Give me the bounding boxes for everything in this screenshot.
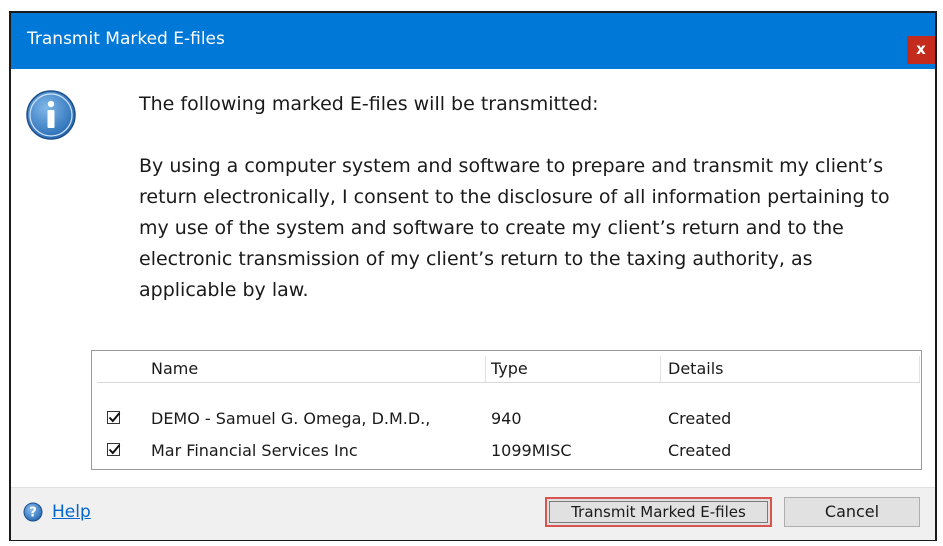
info-icon xyxy=(26,90,76,140)
list-item[interactable]: DEMO - Samuel G. Omega, D.M.D., 940 Crea… xyxy=(97,403,920,435)
checkmark-icon xyxy=(108,412,121,423)
cancel-button[interactable]: Cancel xyxy=(784,497,920,527)
consent-text: By using a computer system and software … xyxy=(139,155,890,301)
close-button[interactable]: x xyxy=(907,36,935,64)
help-icon[interactable]: ? xyxy=(23,502,43,522)
message-heading: The following marked E-files will be tra… xyxy=(139,93,599,115)
dialog-footer: ? Help Transmit Marked E-files Cancel xyxy=(11,487,935,540)
list-header: Name Type Details xyxy=(97,356,920,383)
dialog-titlebar: Transmit Marked E-files x xyxy=(11,13,935,69)
checkmark-icon xyxy=(108,444,121,455)
message-area: The following marked E-files will be tra… xyxy=(139,89,909,306)
row-checkbox[interactable] xyxy=(107,411,121,424)
transmit-button-label: Transmit Marked E-files xyxy=(549,501,768,523)
file-details: Created xyxy=(668,409,732,428)
file-details: Created xyxy=(668,441,732,460)
file-name: DEMO - Samuel G. Omega, D.M.D., xyxy=(151,409,431,428)
column-divider[interactable] xyxy=(919,356,920,382)
column-header-type[interactable]: Type xyxy=(491,359,528,378)
row-checkbox[interactable] xyxy=(107,443,121,456)
list-item[interactable]: Mar Financial Services Inc 1099MISC Crea… xyxy=(97,435,920,467)
help-link[interactable]: Help xyxy=(52,502,91,522)
transmit-button[interactable]: Transmit Marked E-files xyxy=(545,497,772,527)
dialog-title: Transmit Marked E-files xyxy=(27,29,225,49)
file-name: Mar Financial Services Inc xyxy=(151,441,358,460)
file-type: 940 xyxy=(491,409,522,428)
column-header-name[interactable]: Name xyxy=(151,359,198,378)
svg-text:?: ? xyxy=(29,506,37,521)
efiles-list: Name Type Details DEMO - Samuel G. Omega… xyxy=(91,350,922,470)
column-divider[interactable] xyxy=(485,356,486,382)
column-divider[interactable] xyxy=(660,356,661,382)
column-header-details[interactable]: Details xyxy=(668,359,723,378)
screenshot-canvas: Transmit Marked E-files x The following … xyxy=(0,0,943,546)
file-type: 1099MISC xyxy=(491,441,572,460)
transmit-dialog: Transmit Marked E-files x The following … xyxy=(9,11,937,541)
